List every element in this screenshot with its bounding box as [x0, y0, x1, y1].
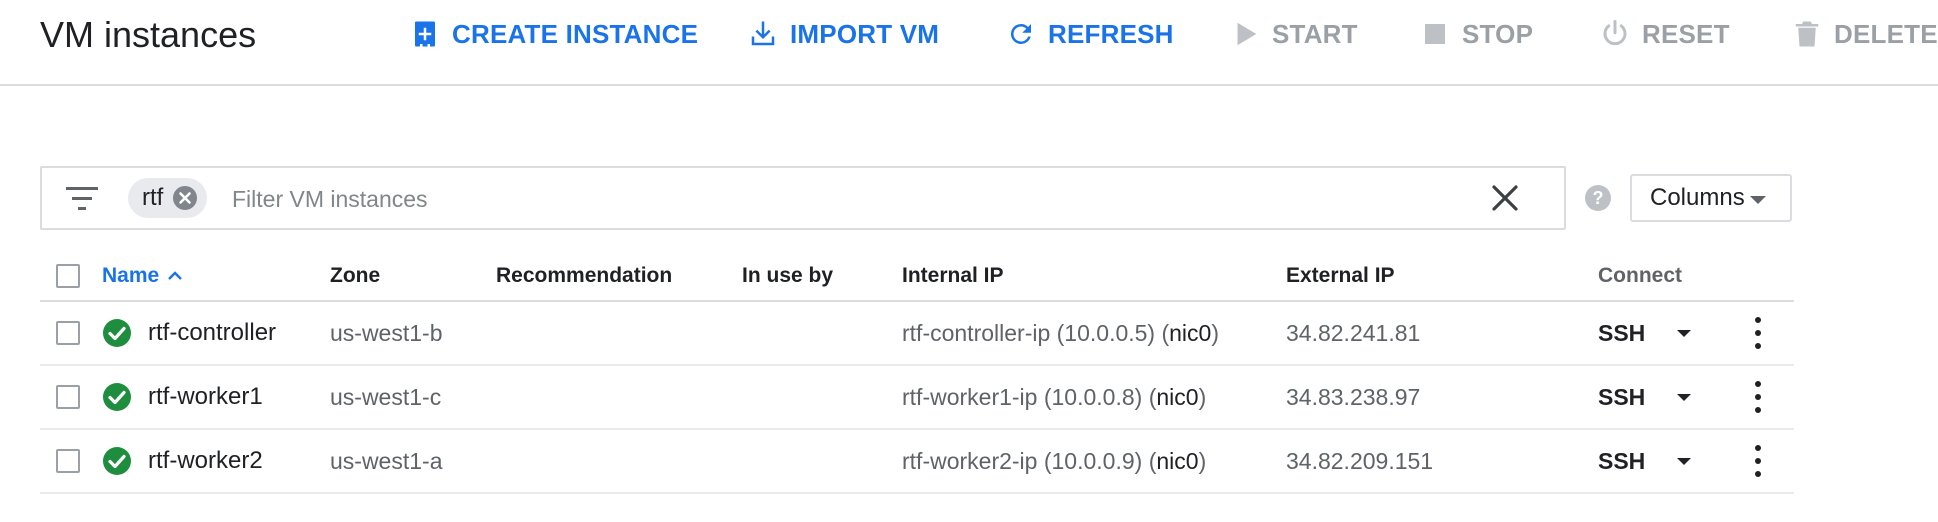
external-ip-cell: 34.82.209.151: [1286, 447, 1434, 474]
ssh-button[interactable]: SSH: [1598, 430, 1645, 492]
filter-input[interactable]: [232, 180, 1232, 218]
ssh-dropdown-icon[interactable]: [1677, 329, 1691, 337]
help-icon[interactable]: ?: [1583, 183, 1613, 213]
row-select-cell: [56, 366, 80, 428]
import-icon: [748, 19, 778, 49]
more-vert-icon[interactable]: [1754, 317, 1762, 349]
internal-ip-text: rtf-worker2-ip (10.0.0.9) (: [902, 447, 1157, 474]
filter-bar: rtf: [40, 166, 1566, 230]
internal-ip-text: rtf-worker1-ip (10.0.0.8) (: [902, 383, 1157, 410]
internal-ip-close: ): [1198, 447, 1207, 474]
column-header-connect: Connect: [1598, 264, 1682, 287]
status-cell: [102, 430, 132, 492]
refresh-label: REFRESH: [1048, 18, 1174, 49]
internal-ip-text: rtf-controller-ip (10.0.0.5) (: [902, 319, 1170, 346]
stop-button[interactable]: STOP: [1420, 14, 1533, 54]
delete-button[interactable]: DELETE: [1792, 14, 1938, 54]
ssh-options-cell: [1677, 366, 1691, 428]
row-select-cell: [56, 430, 80, 492]
delete-label: DELETE: [1834, 18, 1938, 49]
internal-ip-cell: rtf-worker1-ip (10.0.0.8) (nic0): [902, 366, 1206, 428]
create-instance-button[interactable]: CREATE INSTANCE: [410, 14, 698, 54]
zone-cell: us-west1-b: [330, 319, 443, 346]
trash-icon: [1792, 19, 1822, 49]
column-header-internal-ip[interactable]: Internal IP: [902, 252, 1004, 300]
refresh-button[interactable]: REFRESH: [1006, 14, 1174, 54]
check-circle-icon: [103, 319, 131, 347]
row-checkbox[interactable]: [56, 449, 80, 473]
ssh-button[interactable]: SSH: [1598, 366, 1645, 428]
column-header-name[interactable]: Name: [102, 252, 185, 300]
ssh-dropdown-icon[interactable]: [1677, 457, 1691, 465]
nic-link[interactable]: nic0: [1156, 384, 1198, 411]
ssh-button[interactable]: SSH: [1598, 302, 1645, 364]
clear-filter-icon[interactable]: [1488, 181, 1522, 215]
create-instance-icon: [410, 19, 440, 49]
more-actions-cell: [1754, 302, 1762, 364]
nic-link[interactable]: nic0: [1156, 448, 1198, 475]
stop-icon: [1420, 19, 1450, 49]
internal-ip-close: ): [1198, 383, 1207, 410]
chevron-down-icon: [1750, 196, 1766, 204]
table-row: rtf-worker2 us-west1-a rtf-worker2-ip (1…: [40, 430, 1794, 494]
column-header-recommendation[interactable]: Recommendation: [496, 252, 672, 300]
more-vert-icon[interactable]: [1754, 381, 1762, 413]
table-row: rtf-controller us-west1-b rtf-controller…: [40, 302, 1794, 366]
instance-name-link[interactable]: rtf-worker2: [148, 430, 263, 492]
internal-ip-cell: rtf-controller-ip (10.0.0.5) (nic0): [902, 302, 1219, 364]
vm-instances-table: Name Zone Recommendation In use by Inter…: [40, 252, 1794, 494]
more-vert-icon[interactable]: [1754, 445, 1762, 477]
svg-text:?: ?: [1593, 188, 1604, 208]
columns-dropdown[interactable]: Columns: [1630, 174, 1792, 222]
filter-icon[interactable]: [66, 184, 98, 214]
start-label: START: [1272, 18, 1358, 49]
stop-label: STOP: [1462, 18, 1534, 49]
check-circle-icon: [103, 383, 131, 411]
power-icon: [1600, 19, 1630, 49]
external-ip-cell: 34.83.238.97: [1286, 383, 1421, 410]
refresh-icon: [1006, 19, 1036, 49]
zone-cell: us-west1-a: [330, 447, 443, 474]
reset-button[interactable]: RESET: [1600, 14, 1730, 54]
start-button[interactable]: START: [1230, 14, 1358, 54]
select-all-cell: [56, 252, 80, 300]
columns-label: Columns: [1650, 184, 1745, 211]
column-header-name-label: Name: [102, 264, 160, 287]
import-vm-label: IMPORT VM: [790, 18, 940, 49]
ssh-dropdown-icon[interactable]: [1677, 393, 1691, 401]
page-header: VM instances CREATE INSTANCE IMPORT VM R…: [0, 0, 1938, 86]
play-icon: [1230, 19, 1260, 49]
internal-ip-cell: rtf-worker2-ip (10.0.0.9) (nic0): [902, 430, 1206, 492]
status-cell: [102, 366, 132, 428]
nic-link[interactable]: nic0: [1169, 320, 1211, 347]
reset-label: RESET: [1642, 18, 1730, 49]
chip-remove-icon[interactable]: [171, 184, 199, 212]
check-circle-icon: [103, 447, 131, 475]
more-actions-cell: [1754, 430, 1762, 492]
filter-chip[interactable]: rtf: [128, 178, 208, 218]
column-header-external-ip[interactable]: External IP: [1286, 252, 1395, 300]
external-ip-cell: 34.82.241.81: [1286, 319, 1421, 346]
row-checkbox[interactable]: [56, 321, 80, 345]
filter-chip-label: rtf: [142, 184, 164, 211]
table-header: Name Zone Recommendation In use by Inter…: [40, 252, 1794, 302]
column-header-in-use-by[interactable]: In use by: [742, 252, 833, 300]
create-instance-label: CREATE INSTANCE: [452, 18, 699, 49]
instance-name-link[interactable]: rtf-controller: [148, 302, 276, 364]
ssh-options-cell: [1677, 430, 1691, 492]
row-select-cell: [56, 302, 80, 364]
row-checkbox[interactable]: [56, 385, 80, 409]
zone-cell: us-west1-c: [330, 383, 442, 410]
sort-ascending-icon: [168, 271, 183, 280]
ssh-options-cell: [1677, 302, 1691, 364]
page-title: VM instances: [40, 14, 257, 55]
status-cell: [102, 302, 132, 364]
instance-name-link[interactable]: rtf-worker1: [148, 366, 263, 428]
table-row: rtf-worker1 us-west1-c rtf-worker1-ip (1…: [40, 366, 1794, 430]
column-header-zone[interactable]: Zone: [330, 252, 380, 300]
import-vm-button[interactable]: IMPORT VM: [748, 14, 939, 54]
more-actions-cell: [1754, 366, 1762, 428]
internal-ip-close: ): [1211, 319, 1220, 346]
select-all-checkbox[interactable]: [56, 264, 80, 288]
